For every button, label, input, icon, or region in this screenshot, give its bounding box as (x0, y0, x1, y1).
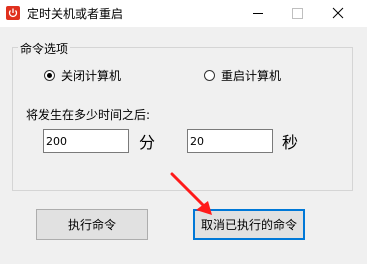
groupbox-legend: 命令选项 (18, 40, 71, 57)
red-arrow-annotation (170, 172, 212, 215)
dialog-body: 命令选项 关闭计算机 重启计算机 将发生在多少时间之后: 分 秒 执行命令 取消… (0, 27, 367, 264)
close-icon (332, 7, 344, 19)
execute-button[interactable]: 执行命令 (36, 209, 148, 240)
window-title: 定时关机或者重启 (27, 7, 124, 21)
radio-restart-label: 重启计算机 (221, 69, 282, 83)
minimize-icon (253, 13, 263, 14)
title-bar: 定时关机或者重启 (0, 0, 367, 27)
maximize-button[interactable] (278, 0, 318, 27)
radio-checked-icon[interactable] (44, 70, 55, 81)
maximize-icon (292, 8, 303, 19)
minutes-unit-label: 分 (139, 133, 156, 152)
power-icon (6, 6, 20, 20)
minutes-input[interactable] (43, 129, 129, 153)
radio-shutdown[interactable]: 关闭计算机 (44, 67, 121, 84)
minimize-button[interactable] (238, 0, 278, 27)
delay-prompt: 将发生在多少时间之后: (26, 108, 151, 122)
radio-shutdown-label: 关闭计算机 (61, 69, 122, 83)
radio-unchecked-icon[interactable] (204, 70, 215, 81)
seconds-input[interactable] (187, 129, 273, 153)
seconds-unit-label: 秒 (282, 133, 299, 152)
radio-restart[interactable]: 重启计算机 (204, 67, 281, 84)
close-button[interactable] (318, 0, 358, 27)
